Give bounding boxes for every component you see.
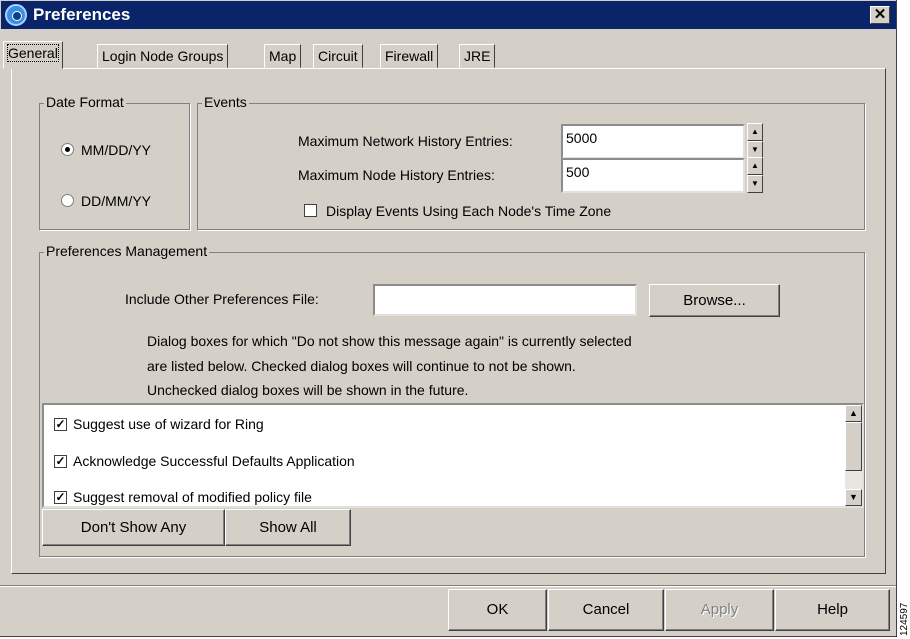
- ok-button[interactable]: OK: [448, 589, 547, 631]
- include-file-input[interactable]: [373, 284, 637, 316]
- apply-button[interactable]: Apply: [665, 589, 774, 631]
- cancel-button[interactable]: Cancel: [548, 589, 664, 631]
- tab-login-node-groups[interactable]: Login Node Groups: [97, 44, 229, 68]
- close-button[interactable]: ✕: [870, 6, 890, 24]
- app-network-icon: [5, 4, 27, 26]
- date-format-legend: Date Format: [44, 94, 126, 110]
- network-history-input[interactable]: 5000: [561, 124, 745, 159]
- list-item-label: Suggest removal of modified policy file: [73, 489, 312, 505]
- tab-map[interactable]: Map: [264, 44, 302, 68]
- figure-id: 124597: [899, 602, 910, 636]
- list-item-checkbox[interactable]: ✓: [54, 418, 67, 431]
- tab-circuit[interactable]: Circuit: [313, 44, 363, 68]
- network-history-label: Maximum Network History Entries:: [298, 133, 513, 149]
- scroll-thumb[interactable]: [845, 422, 862, 471]
- list-item-label: Acknowledge Successful Defaults Applicat…: [73, 453, 355, 469]
- list-item-checkbox[interactable]: ✓: [54, 491, 67, 504]
- tab-jre[interactable]: JRE: [459, 44, 496, 68]
- node-history-label: Maximum Node History Entries:: [298, 167, 495, 183]
- dont-show-any-button[interactable]: Don't Show Any: [42, 509, 225, 546]
- network-history-up[interactable]: ▲: [747, 123, 763, 141]
- list-item-label: Suggest use of wizard for Ring: [73, 416, 264, 432]
- node-history-spinner: ▲ ▼: [747, 157, 763, 193]
- help-button[interactable]: Help: [775, 589, 890, 631]
- description-line-2: are listed below. Checked dialog boxes w…: [147, 358, 576, 374]
- prefs-management-legend: Preferences Management: [44, 243, 210, 259]
- scroll-up-arrow[interactable]: ▲: [845, 405, 862, 422]
- include-file-label: Include Other Preferences File:: [125, 291, 319, 307]
- list-item-checkbox[interactable]: ✓: [54, 455, 67, 468]
- timezone-checkbox[interactable]: [304, 204, 317, 217]
- node-history-input[interactable]: 500: [561, 158, 745, 193]
- description-line-1: Dialog boxes for which "Do not show this…: [147, 333, 632, 349]
- description-line-3: Unchecked dialog boxes will be shown in …: [147, 382, 469, 398]
- tab-firewall[interactable]: Firewall: [380, 44, 439, 68]
- node-history-down[interactable]: ▼: [747, 175, 763, 193]
- show-all-button[interactable]: Show All: [225, 509, 351, 546]
- title-bar[interactable]: Preferences ✕: [1, 1, 896, 29]
- network-history-spinner: ▲ ▼: [747, 123, 763, 159]
- footer-separator: [0, 585, 896, 587]
- timezone-label: Display Events Using Each Node's Time Zo…: [326, 203, 612, 219]
- scroll-down-arrow[interactable]: ▼: [845, 489, 862, 506]
- preferences-window: Preferences ✕ General Login Node Groups …: [0, 0, 897, 637]
- node-history-up[interactable]: ▲: [747, 157, 763, 175]
- dialog-list: ✓ Suggest use of wizard for Ring ✓ Ackno…: [42, 403, 864, 508]
- events-legend: Events: [202, 94, 249, 110]
- browse-button[interactable]: Browse...: [649, 284, 780, 317]
- radio-mmddyy[interactable]: [61, 143, 74, 156]
- window-title: Preferences: [33, 5, 131, 24]
- radio-ddmmyy-label: DD/MM/YY: [81, 193, 151, 209]
- date-format-group: Date Format: [39, 94, 190, 230]
- tab-general[interactable]: General: [3, 41, 63, 69]
- radio-ddmmyy[interactable]: [61, 194, 74, 207]
- radio-mmddyy-label: MM/DD/YY: [81, 142, 151, 158]
- list-scrollbar[interactable]: ▲ ▼: [845, 405, 862, 506]
